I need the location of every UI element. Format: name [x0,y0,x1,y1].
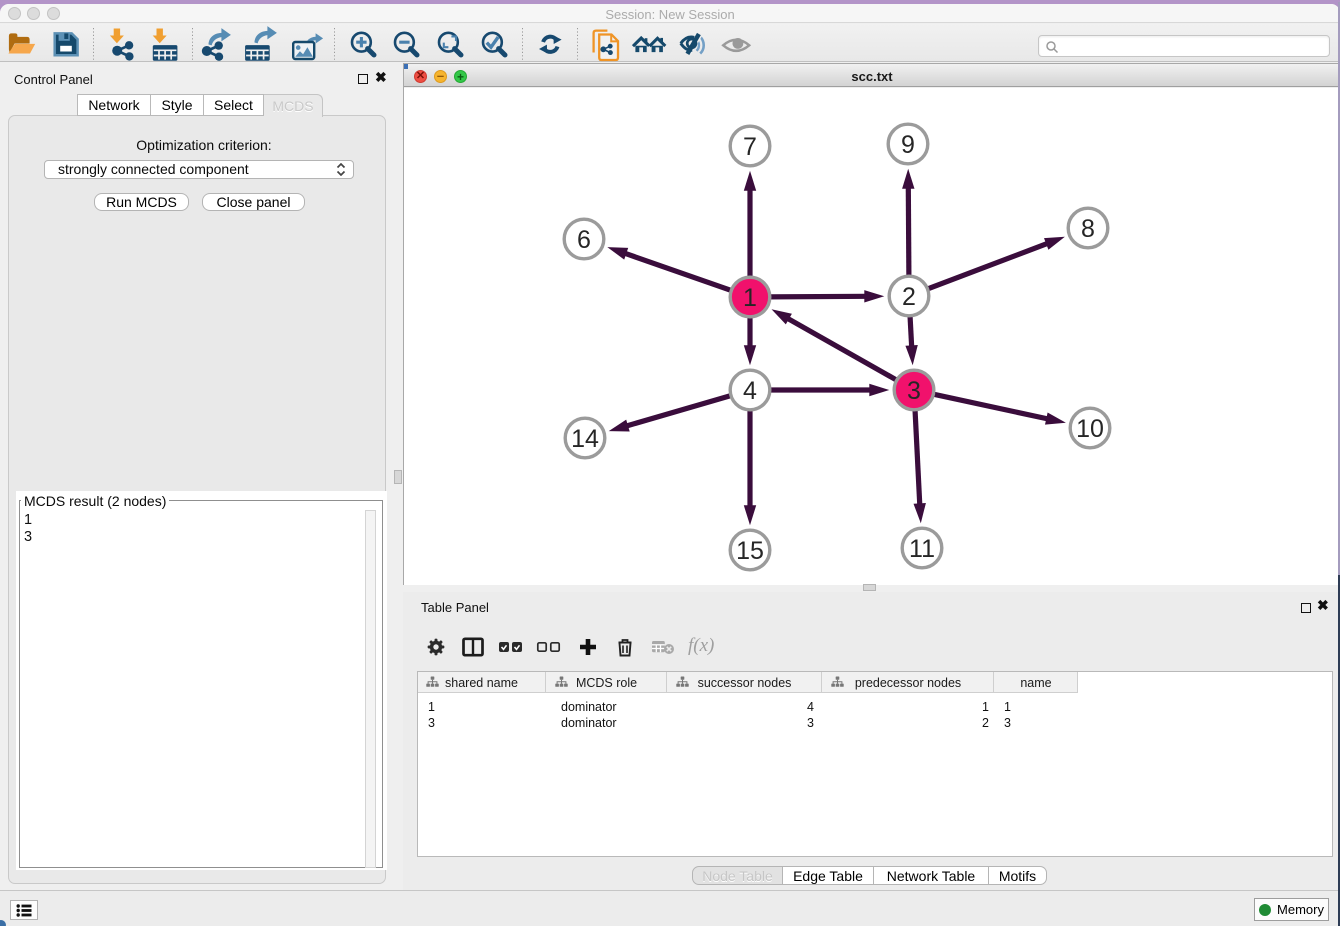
svg-text:9: 9 [901,131,915,159]
svg-text:2: 2 [902,283,916,311]
svg-text:4: 4 [743,377,757,405]
svg-text:14: 14 [571,425,599,453]
svg-text:8: 8 [1081,215,1095,243]
svg-text:6: 6 [577,226,591,254]
svg-text:11: 11 [909,535,935,563]
svg-text:10: 10 [1076,415,1104,443]
svg-text:7: 7 [743,133,757,161]
svg-text:3: 3 [907,377,921,405]
svg-text:1: 1 [743,284,757,312]
svg-text:15: 15 [736,537,764,565]
